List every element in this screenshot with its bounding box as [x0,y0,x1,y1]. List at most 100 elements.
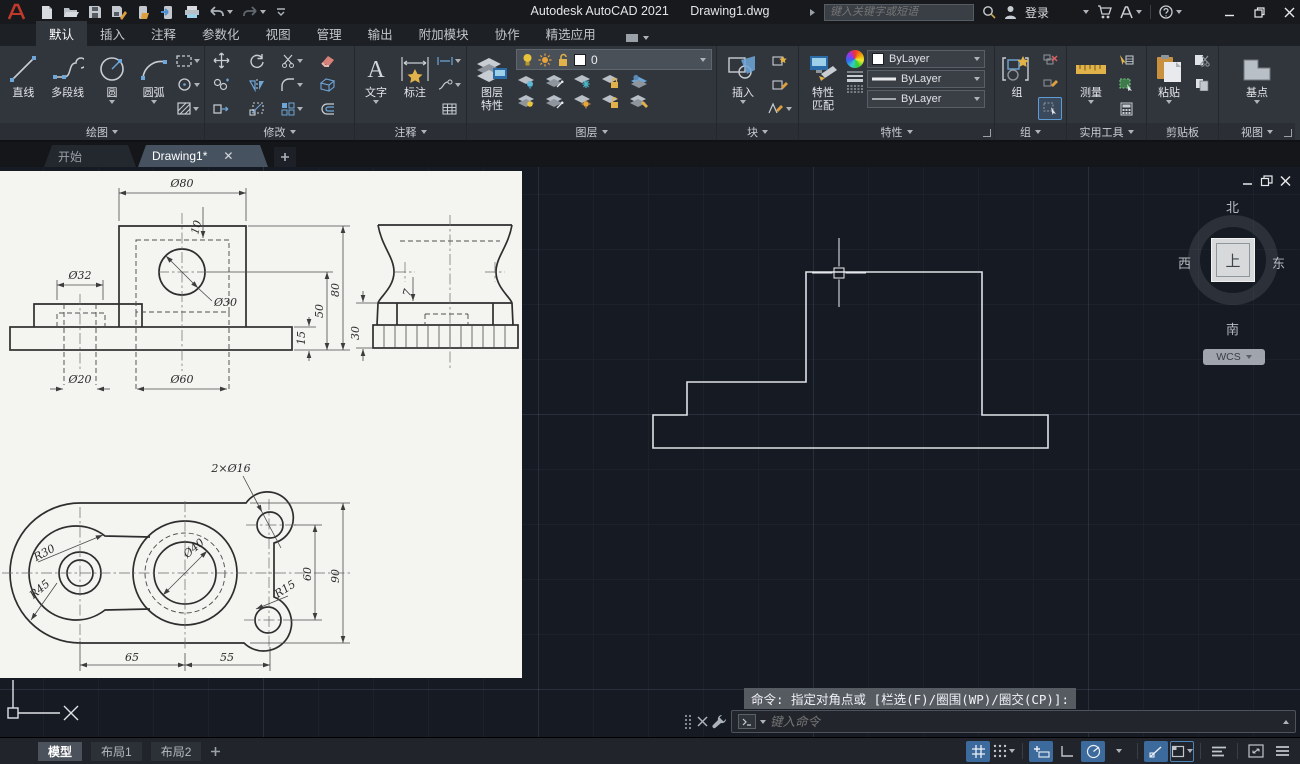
command-bar-grip[interactable] [684,714,693,730]
open-from-web-icon[interactable] [136,5,151,20]
line-button[interactable]: 直线 [4,49,43,100]
layer-make-current-icon[interactable] [628,73,650,90]
measure-flyout-caret[interactable] [1088,100,1094,104]
tab-output[interactable]: 输出 [355,21,406,46]
panel-properties-label[interactable]: 特性 [799,123,994,140]
tab-manage[interactable]: 管理 [304,21,355,46]
new-file-icon[interactable] [40,5,54,20]
layer-on-all-icon[interactable] [516,93,538,110]
group-button[interactable]: 组 [999,49,1035,100]
mirror-button[interactable] [245,73,269,96]
viewcube-east[interactable]: 东 [1272,253,1285,272]
search-expand-icon[interactable] [809,8,816,17]
properties-dialog-launcher[interactable] [983,129,991,137]
move-button[interactable] [209,49,233,72]
app-menu-button[interactable] [0,0,32,24]
copy-clip-button[interactable] [1190,73,1214,96]
table-button[interactable] [437,97,461,120]
plot-icon[interactable] [184,5,200,19]
autodesk-app-button[interactable] [1120,6,1142,19]
lineweight-list-icon[interactable] [846,70,864,82]
define-attribute-button[interactable] [768,97,792,120]
dimension-button[interactable]: 标注 [396,49,434,100]
viewcube[interactable]: 北 西 东 南 上 WCS [1176,197,1292,347]
panel-group-label[interactable]: 组 [995,123,1066,140]
new-layout-button[interactable] [210,746,221,757]
insert-flyout-caret[interactable] [740,100,746,104]
polyline-button[interactable]: 多段线 [46,49,90,100]
layer-dropdown[interactable]: 0 [516,49,712,70]
command-prompt-icon[interactable] [738,714,756,729]
circle-button[interactable]: 圆 [93,49,132,104]
rotate-button[interactable] [245,49,269,72]
panel-clipboard-label[interactable]: 剪贴板 [1147,123,1218,140]
panel-modify-label[interactable]: 修改 [205,123,354,140]
copy-button[interactable] [209,73,233,96]
match-properties-button[interactable]: 特性匹配 [803,49,843,113]
paste-flyout-caret[interactable] [1166,100,1172,104]
explode-button[interactable] [316,73,340,96]
panel-annotation-label[interactable]: 注释 [355,123,466,140]
object-color-dropdown[interactable]: ByLayer [867,50,985,68]
snap-mode-toggle[interactable] [992,741,1016,762]
layer-off-icon[interactable] [516,73,538,90]
viewport-close-icon[interactable] [1279,175,1292,187]
edit-block-button[interactable] [768,73,792,96]
group-edit-button[interactable] [1038,73,1062,96]
tab-parametric[interactable]: 参数化 [189,21,253,46]
viewport-restore-icon[interactable] [1260,175,1273,187]
erase-button[interactable] [316,49,340,72]
restore-button[interactable] [1248,2,1270,22]
tab-home[interactable]: 默认 [36,21,87,46]
polar-tracking-toggle[interactable] [1081,741,1105,762]
base-point-button[interactable]: 基点 [1235,49,1279,104]
layer-match-icon[interactable] [628,93,650,110]
new-drawing-tab-button[interactable] [274,147,296,167]
save-to-web-icon[interactable] [160,5,175,20]
model-tab[interactable]: 模型 [38,742,82,761]
measure-button[interactable]: 测量 [1071,49,1111,104]
create-block-button[interactable] [768,49,792,72]
layout2-tab[interactable]: 布局2 [151,742,202,761]
wcs-dropdown[interactable]: WCS [1203,349,1265,365]
stretch-button[interactable] [209,97,233,120]
annotation-scale-toggle[interactable] [1207,741,1231,762]
panel-block-label[interactable]: 块 [717,123,798,140]
help-search-input[interactable] [824,4,974,21]
help-button[interactable] [1159,5,1182,19]
select-similar-button[interactable] [1114,73,1138,96]
app-store-cart-icon[interactable] [1097,5,1112,19]
grid-toggle[interactable] [966,741,990,762]
viewcube-top-face[interactable]: 上 [1211,238,1255,282]
layer-thaw-all-icon[interactable] [572,93,594,110]
linear-dim-button[interactable] [437,49,461,72]
file-tab-drawing1[interactable]: Drawing1* ✕ [138,145,268,167]
fillet-button[interactable] [280,73,304,96]
paste-button[interactable]: 粘贴 [1151,49,1187,104]
object-snap-toggle[interactable] [1144,741,1168,762]
layout1-tab[interactable]: 布局1 [91,742,142,761]
viewport-minimize-icon[interactable] [1241,175,1254,187]
array-button[interactable] [280,97,304,120]
arc-button[interactable]: 圆弧 [134,49,173,104]
undo-button[interactable] [209,6,233,18]
arc-flyout-caret[interactable] [151,100,157,104]
layer-freeze-icon[interactable] [572,73,594,90]
viewcube-south[interactable]: 南 [1226,319,1239,338]
dynamic-input-toggle[interactable] [1029,741,1053,762]
recent-commands-caret[interactable] [760,720,766,724]
ribbon-display-toggle[interactable] [619,30,655,46]
open-file-icon[interactable] [63,5,79,19]
close-button[interactable] [1278,2,1300,22]
customization-menu-button[interactable] [1270,741,1294,762]
panel-layers-label[interactable]: 图层 [467,123,716,140]
command-expand-caret[interactable] [1283,720,1289,724]
tab-view[interactable]: 视图 [253,21,304,46]
layer-unisolate-icon[interactable] [544,93,566,110]
cut-button[interactable] [1190,49,1214,72]
layer-properties-button[interactable]: 图层特性 [471,49,513,113]
isodraft-toggle[interactable] [1170,741,1194,762]
scale-button[interactable] [245,97,269,120]
minimize-button[interactable] [1218,2,1240,22]
quick-calculator-button[interactable] [1114,97,1138,120]
